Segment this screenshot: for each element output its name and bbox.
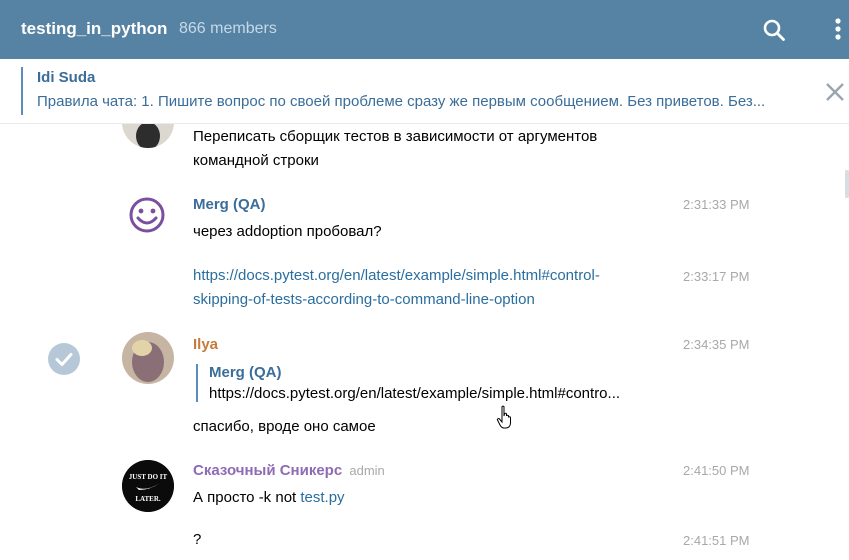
avatar[interactable] <box>122 188 174 240</box>
avatar[interactable]: JUST DO IT LATER. <box>122 460 174 512</box>
message-time: 2:41:50 PM <box>683 463 750 478</box>
more-vert-icon[interactable] <box>828 16 848 44</box>
sender-name[interactable]: Сказочный Сникерс admin <box>193 462 385 479</box>
quote-text: https://docs.pytest.org/en/latest/exampl… <box>209 385 621 402</box>
pinned-author: Idi Suda <box>37 69 96 86</box>
message-text: через addoption пробовал? <box>193 223 382 240</box>
reply-quote[interactable]: Merg (QA) https://docs.pytest.org/en/lat… <box>196 364 689 402</box>
pinned-accent-bar <box>21 67 23 115</box>
message-time: 2:34:35 PM <box>683 337 750 352</box>
message-text: А просто -k not test.py <box>193 489 345 506</box>
message-text: Переписать сборщик тестов в зависимости … <box>193 128 598 169</box>
search-icon[interactable] <box>762 18 786 42</box>
message-text: ? <box>193 531 202 548</box>
avatar[interactable] <box>122 332 174 384</box>
pinned-message[interactable]: Idi Suda Правила чата: 1. Пишите вопрос … <box>0 59 849 124</box>
selected-check-icon[interactable] <box>48 343 80 375</box>
message-time: 2:33:17 PM <box>683 269 750 284</box>
message-link[interactable]: test.py <box>300 489 344 506</box>
close-icon[interactable] <box>824 81 846 103</box>
message-text: спасибо, вроде оно самое <box>193 418 376 435</box>
message-link[interactable]: https://docs.pytest.org/en/latest/exampl… <box>193 264 673 312</box>
scrollbar[interactable] <box>845 170 849 198</box>
avatar-text: LATER. <box>135 495 161 503</box>
sender-name[interactable]: Ilya <box>193 336 218 353</box>
hand-cursor-icon <box>496 405 511 429</box>
quote-author: Merg (QA) <box>209 364 282 381</box>
chat-header: testing_in_python 866 members <box>0 0 849 59</box>
sender-name[interactable]: Merg (QA) <box>193 196 266 213</box>
avatar-text: JUST DO IT <box>129 473 168 481</box>
chat-title[interactable]: testing_in_python <box>21 19 167 39</box>
admin-badge: admin <box>349 463 385 478</box>
message-time: 2:31:33 PM <box>683 197 750 212</box>
pinned-text: Правила чата: 1. Пишите вопрос по своей … <box>37 93 766 110</box>
message-time: 2:41:51 PM <box>683 533 750 548</box>
avatar[interactable] <box>122 124 174 148</box>
members-count[interactable]: 866 members <box>179 20 277 38</box>
message-list: Переписать сборщик тестов в зависимости … <box>0 124 849 560</box>
